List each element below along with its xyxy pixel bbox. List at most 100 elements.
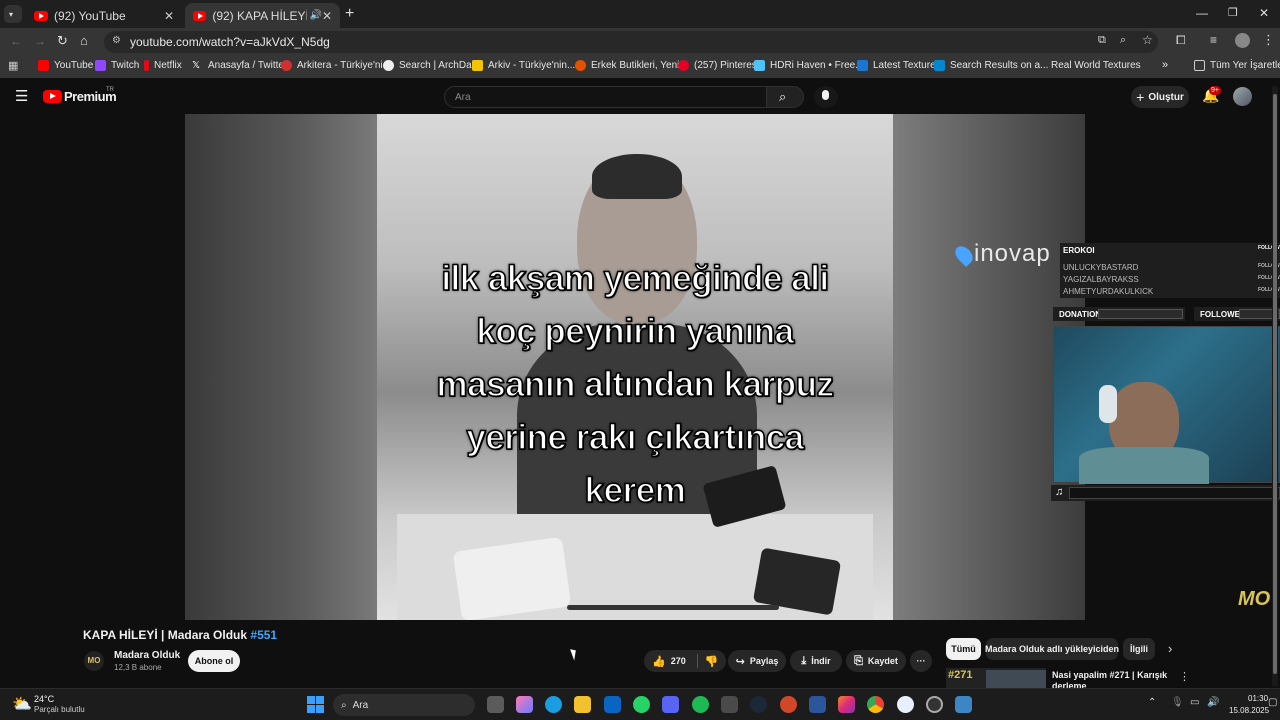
bookmark-latest-textures[interactable]: Latest Textures	[857, 60, 941, 71]
hamburger-menu-icon[interactable]: ☰	[15, 87, 28, 105]
copilot-icon[interactable]	[516, 696, 533, 713]
yandex-icon[interactable]	[897, 696, 914, 713]
tray-chevron-up-icon[interactable]: ⌃	[1148, 697, 1156, 708]
windows-start-icon[interactable]	[307, 696, 324, 713]
microphone-tray-icon[interactable]: 🎙	[1171, 697, 1184, 708]
powerpoint-icon[interactable]	[780, 696, 797, 713]
bookmark-youtube[interactable]: YouTube	[38, 60, 93, 71]
search-input[interactable]: Ara	[444, 86, 767, 108]
bookmark-real-world-textures[interactable]: Real World Textures	[1051, 60, 1141, 71]
weather-icon[interactable]: ⛅	[12, 694, 32, 714]
share-button[interactable]: ↪ Paylaş	[728, 650, 786, 672]
all-bookmarks-button[interactable]: Tüm Yer İşaretleri	[1194, 60, 1280, 71]
reload-icon[interactable]: ↻	[57, 33, 68, 49]
whatsapp-icon[interactable]	[633, 696, 650, 713]
app-icon[interactable]	[955, 696, 972, 713]
edge-icon[interactable]	[545, 696, 562, 713]
weather-temp[interactable]: 24°C	[34, 694, 54, 704]
word-icon[interactable]	[809, 696, 826, 713]
youtube-logo-icon[interactable]	[43, 90, 62, 103]
minimize-button[interactable]: —	[1196, 6, 1208, 20]
chip-all[interactable]: Tümü	[946, 638, 981, 660]
download-button[interactable]: ⤓ İndir	[790, 650, 842, 672]
new-tab-button[interactable]: +	[345, 5, 354, 23]
channel-avatar[interactable]: MO	[84, 651, 104, 671]
subscribe-button[interactable]: Abone ol	[188, 650, 240, 672]
obs-icon[interactable]	[926, 696, 943, 713]
bookmark-butik[interactable]: Erkek Butikleri, Yeni...	[575, 60, 688, 71]
address-bar[interactable]: ⚙ youtube.com/watch?v=aJkVdX_N5dg ⧉ ⌕ ☆	[104, 31, 1158, 53]
channel-name[interactable]: Madara Olduk	[114, 650, 180, 661]
reading-list-icon[interactable]: ≡	[1210, 33, 1217, 47]
bookmark-pinterest[interactable]: (257) Pinterest	[678, 60, 760, 71]
forward-icon[interactable]: →	[34, 34, 46, 48]
scrollbar-thumb[interactable]	[1273, 94, 1277, 674]
save-button[interactable]: ⎘ Kaydet	[846, 650, 906, 672]
volume-icon[interactable]: 🔊	[1207, 697, 1219, 708]
video-player[interactable]: ilk akşam yemeğinde ali koç peynirin yan…	[185, 114, 1085, 620]
bookmark-netflix[interactable]: Netflix	[144, 60, 182, 71]
search-button[interactable]: ⌕	[766, 86, 804, 108]
page-scrollbar[interactable]	[1272, 86, 1278, 686]
notifications-icon[interactable]: ▢	[1268, 697, 1277, 708]
instagram-icon[interactable]	[838, 696, 855, 713]
window-close-button[interactable]: ✕	[1259, 6, 1269, 20]
close-icon[interactable]: ✕	[322, 9, 332, 23]
like-count[interactable]: 270	[671, 656, 686, 666]
discord-icon[interactable]	[662, 696, 679, 713]
home-icon[interactable]: ⌂	[80, 33, 88, 48]
store-icon[interactable]	[721, 696, 738, 713]
restore-button[interactable]: ❐	[1228, 6, 1238, 19]
bookmark-arkiv[interactable]: Arkiv - Türkiye'nin...	[472, 60, 575, 71]
install-app-icon[interactable]: ⧉	[1098, 34, 1106, 47]
chips-next-button[interactable]: ›	[1168, 641, 1172, 656]
tab-youtube-home[interactable]: (92) YouTube ✕	[26, 3, 182, 28]
bookmark-twitter[interactable]: 𝕏 Anasayfa / Twitter	[192, 60, 287, 71]
extensions-icon[interactable]: ⧠	[1176, 33, 1186, 48]
tab-search-button[interactable]: ▾	[4, 5, 22, 23]
video-blur-left	[185, 114, 377, 620]
tab-current-video[interactable]: (92) KAPA HİLEYİ | Madara O 🔊 ✕	[185, 3, 340, 28]
chip-from-uploader[interactable]: Madara Olduk adlı yükleyiciden	[985, 638, 1119, 660]
video-progress-bar[interactable]	[567, 605, 779, 610]
spotify-icon[interactable]	[692, 696, 709, 713]
recommendation-thumbnail[interactable]: #271	[946, 668, 1046, 688]
weather-description[interactable]: Parçalı bulutlu	[34, 705, 85, 714]
chip-related[interactable]: İlgili	[1123, 638, 1155, 660]
back-icon[interactable]: ←	[10, 34, 22, 48]
taskbar-search-box[interactable]: ⌕ Ara	[333, 694, 475, 716]
bookmark-hdri-haven[interactable]: HDRi Haven • Free...	[754, 60, 864, 71]
bookmark-archdaily[interactable]: Search | ArchDaily	[383, 60, 481, 71]
hashtag-link[interactable]: #551	[250, 628, 277, 642]
bookmark-arkitera[interactable]: Arkitera - Türkiye'ni...	[281, 60, 391, 71]
account-avatar[interactable]	[1233, 87, 1252, 106]
steam-icon[interactable]	[750, 696, 767, 713]
recommendation-title[interactable]: Nasi yapalim #271 | Karışık derleme	[1052, 670, 1172, 688]
outlook-icon[interactable]	[604, 696, 621, 713]
apps-grid-icon[interactable]: ▦	[8, 59, 18, 72]
site-info-icon[interactable]: ⚙	[112, 35, 121, 46]
create-button[interactable]: + Oluştur	[1131, 86, 1189, 108]
bookmarks-overflow-button[interactable]: »	[1162, 59, 1168, 71]
clock-time[interactable]: 01:30	[1248, 694, 1268, 703]
youtube-icon	[38, 60, 49, 71]
chrome-icon[interactable]	[867, 696, 884, 713]
clock-date[interactable]: 15.08.2025	[1229, 706, 1269, 715]
thumbs-down-icon[interactable]: 👎	[705, 655, 719, 668]
network-icon[interactable]: ▭	[1190, 697, 1199, 708]
profile-avatar[interactable]	[1235, 33, 1250, 48]
headphones-shape	[1099, 385, 1117, 423]
file-explorer-icon[interactable]	[574, 696, 591, 713]
more-actions-button[interactable]: ···	[910, 650, 932, 672]
recommendation-menu-icon[interactable]: ⋮	[1179, 670, 1190, 683]
bookmark-twitch[interactable]: Twitch	[95, 60, 139, 71]
zoom-icon[interactable]: ⌕	[1120, 34, 1126, 47]
bookmark-search-results[interactable]: Search Results on a...	[934, 60, 1048, 71]
speaker-icon[interactable]: 🔊	[309, 10, 321, 21]
close-icon[interactable]: ✕	[164, 9, 174, 23]
browser-menu-icon[interactable]: ⋮	[1262, 32, 1275, 48]
bookmark-star-icon[interactable]: ☆	[1142, 33, 1153, 47]
thumbs-up-icon[interactable]: 👍	[652, 655, 666, 668]
voice-search-button[interactable]	[814, 86, 838, 108]
task-view-icon[interactable]	[487, 696, 504, 713]
